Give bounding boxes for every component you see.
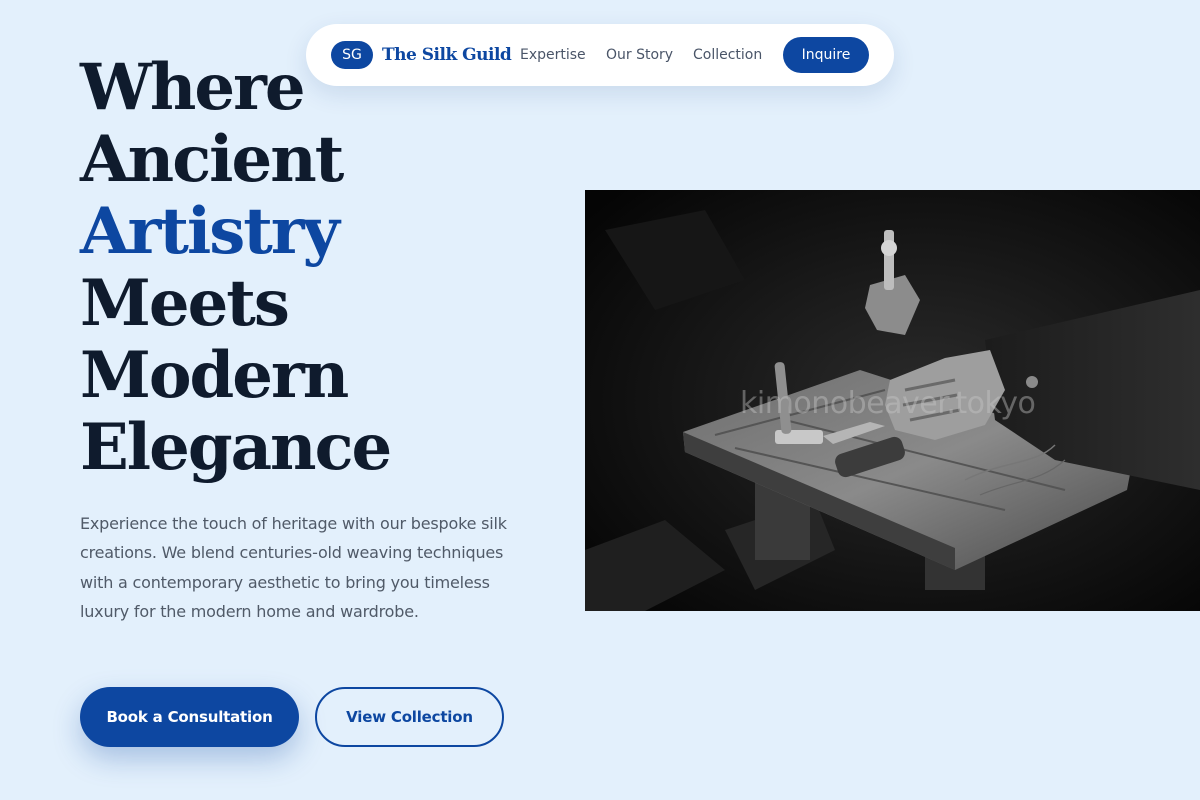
headline-line: Elegance [80, 410, 392, 485]
hero-description: Experience the touch of heritage with ou… [80, 514, 507, 621]
brand-logo-badge[interactable]: SG [331, 41, 373, 69]
headline-line: Modern [80, 338, 349, 413]
headline-accent-word: Artistry [80, 194, 340, 269]
hero-headline: Where Ancient Artistry Meets Modern Eleg… [80, 52, 392, 485]
brand-name[interactable]: The Silk Guild [382, 43, 512, 67]
hero-photo-craftsman: kimonobeaver.tokyo [585, 190, 1200, 611]
headline-line: Meets [80, 266, 290, 341]
headline-line: Ancient [80, 122, 344, 197]
nav-link-collection[interactable]: Collection [693, 44, 762, 66]
nav-link-our-story[interactable]: Our Story [606, 44, 673, 66]
top-navigation: SG The Silk Guild Expertise Our Story Co… [306, 24, 894, 86]
image-watermark: kimonobeaver.tokyo [740, 386, 1036, 421]
inquire-button[interactable]: Inquire [783, 37, 869, 73]
nav-link-expertise[interactable]: Expertise [520, 44, 586, 66]
view-collection-button[interactable]: View Collection [315, 687, 504, 747]
book-consultation-button[interactable]: Book a Consultation [80, 687, 299, 747]
landing-page: SG The Silk Guild Expertise Our Story Co… [0, 0, 1200, 800]
